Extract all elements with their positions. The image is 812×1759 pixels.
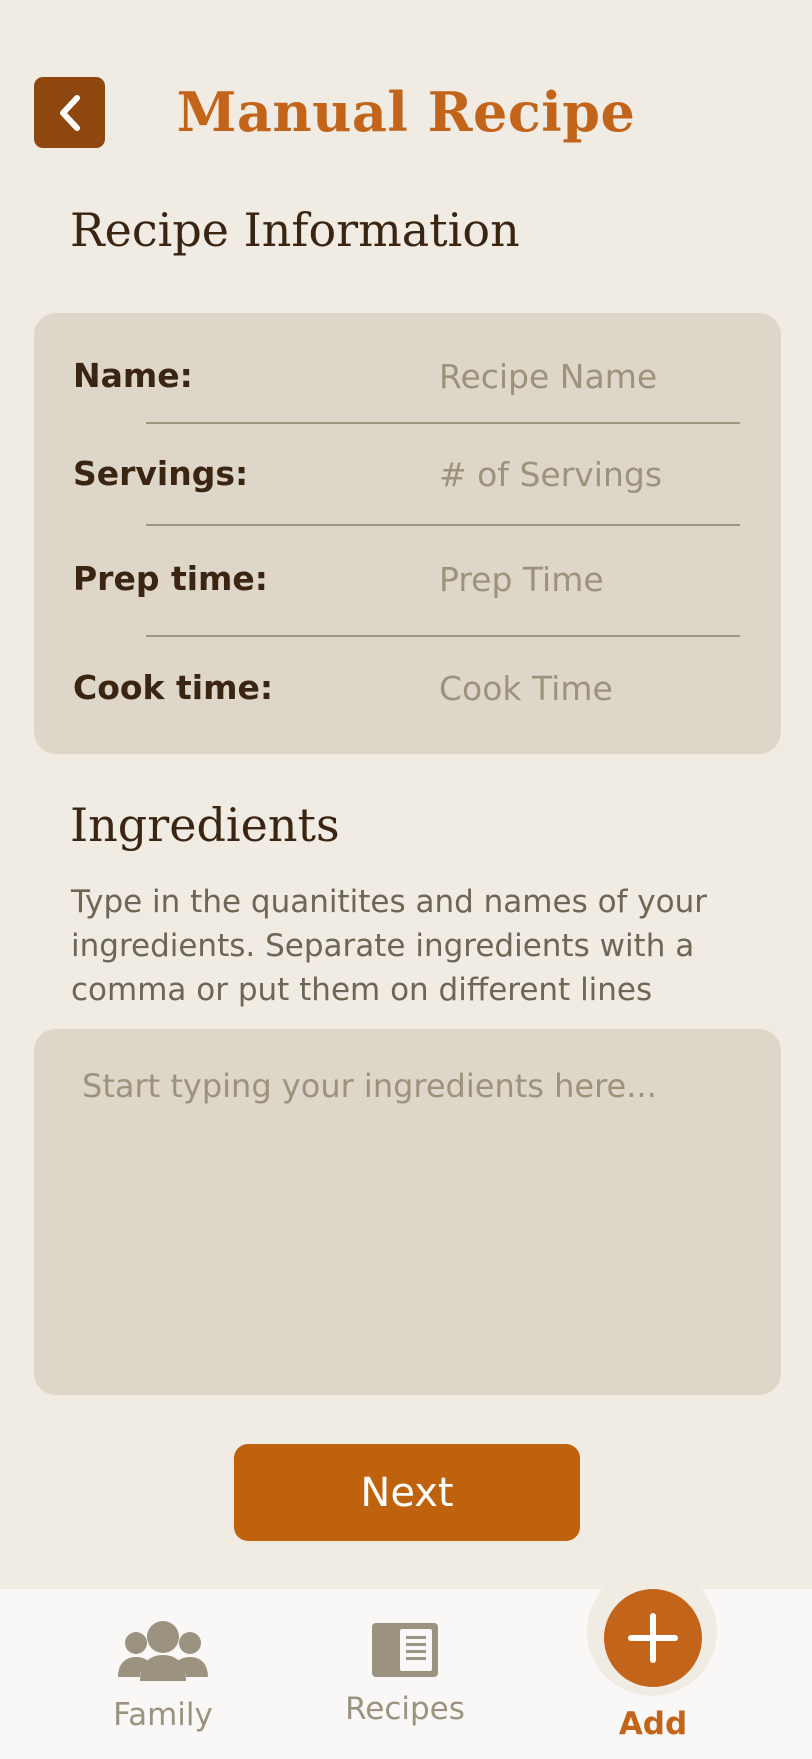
- tab-recipes[interactable]: Recipes: [340, 1623, 470, 1727]
- prep-time-row: Prep time:: [34, 549, 781, 609]
- recipe-book-icon: [372, 1623, 438, 1677]
- cook-time-label: Cook time:: [73, 668, 274, 707]
- add-button[interactable]: [604, 1589, 702, 1687]
- ingredients-heading: Ingredients: [70, 798, 340, 852]
- servings-input[interactable]: [404, 444, 744, 504]
- divider: [146, 635, 740, 637]
- tab-family-label: Family: [113, 1697, 213, 1733]
- cook-time-row: Cook time:: [34, 658, 781, 718]
- prep-time-label: Prep time:: [73, 559, 269, 598]
- servings-label: Servings:: [73, 454, 249, 493]
- divider: [146, 524, 740, 526]
- tab-add-label[interactable]: Add: [604, 1706, 702, 1742]
- recipe-information-heading: Recipe Information: [70, 203, 520, 257]
- ingredients-textarea[interactable]: [34, 1029, 781, 1395]
- cook-time-input[interactable]: [404, 658, 744, 718]
- plus-icon: [628, 1613, 678, 1663]
- page-title: Manual Recipe: [176, 80, 636, 144]
- family-icon: [118, 1621, 208, 1681]
- name-label: Name:: [73, 356, 193, 395]
- tab-family[interactable]: Family: [103, 1619, 223, 1733]
- divider: [146, 422, 740, 424]
- ingredients-description: Type in the quanitites and names of your…: [71, 884, 708, 1008]
- next-button[interactable]: Next: [234, 1444, 580, 1541]
- servings-row: Servings:: [34, 444, 781, 504]
- tab-recipes-label: Recipes: [345, 1691, 465, 1727]
- name-row: Name:: [34, 346, 781, 406]
- recipe-info-card: Name: Servings: Prep time: Cook time:: [34, 313, 781, 754]
- recipe-name-input[interactable]: [404, 346, 744, 406]
- prep-time-input[interactable]: [404, 549, 744, 609]
